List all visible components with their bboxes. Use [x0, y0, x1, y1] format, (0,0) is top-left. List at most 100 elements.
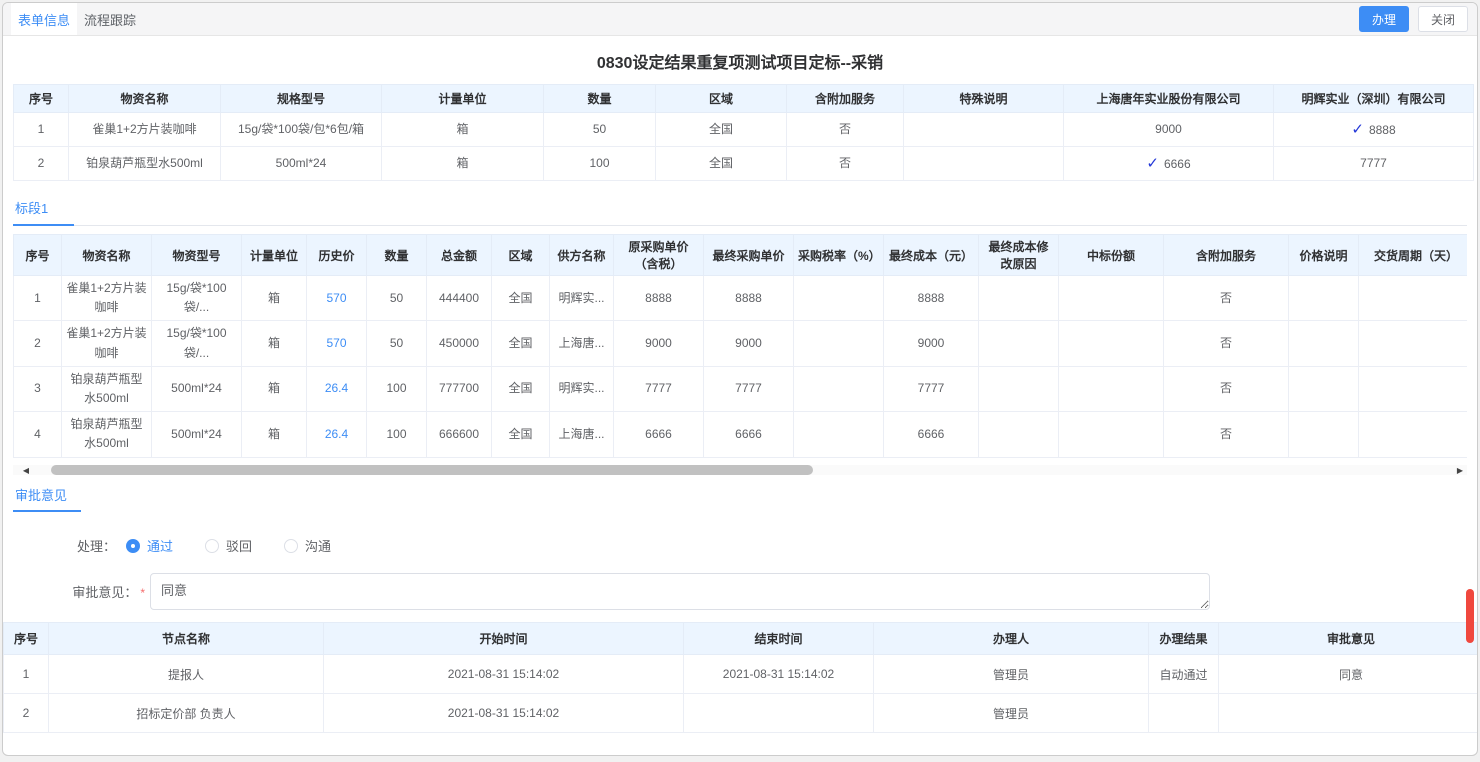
- bid-section-tabs: 标段1: [13, 195, 1467, 226]
- top-tabbar: 表单信息 流程跟踪 办理 关闭: [3, 3, 1477, 36]
- approval-comment-label: 审批意见：*: [13, 573, 145, 601]
- column-header: 计量单位: [382, 85, 544, 113]
- table-cell: 2021-08-31 15:14:02: [684, 655, 874, 694]
- radio-option-pass[interactable]: 通过: [126, 536, 173, 555]
- table-cell: [1289, 412, 1359, 457]
- selected-check-icon: ✓: [1351, 121, 1364, 138]
- table-cell: [794, 412, 884, 457]
- detail-table: 序号物资名称物资型号计量单位历史价数量总金额区域供方名称原采购单价（含税）最终采…: [13, 234, 1467, 458]
- detail-table-header-row: 序号物资名称物资型号计量单位历史价数量总金额区域供方名称原采购单价（含税）最终采…: [14, 235, 1468, 276]
- table-cell: [1219, 694, 1479, 733]
- table-cell: 450000: [427, 321, 492, 366]
- table-cell: [904, 147, 1064, 181]
- table-cell: 管理员: [874, 694, 1149, 733]
- history-price-link[interactable]: 26.4: [325, 381, 348, 395]
- table-cell: 全国: [492, 276, 550, 321]
- table-cell: [1059, 412, 1164, 457]
- table-cell: [1359, 276, 1468, 321]
- table-cell: 15g/袋*100袋/...: [152, 321, 242, 366]
- table-cell: 4: [14, 412, 62, 457]
- column-header: 办理结果: [1149, 623, 1219, 655]
- table-cell: 6666: [614, 412, 704, 457]
- history-price-link[interactable]: 570: [326, 291, 346, 305]
- form-content: 0830设定结果重复项测试项目定标--采销 序号物资名称规格型号计量单位数量区域…: [3, 49, 1477, 610]
- column-header: 原采购单价（含税）: [614, 235, 704, 276]
- table-cell: 提报人: [49, 655, 324, 694]
- table-row: 3铂泉葫芦瓶型水500ml500ml*24箱26.4100777700全国明辉实…: [14, 366, 1468, 411]
- tab-bid-section-1[interactable]: 标段1: [13, 195, 74, 226]
- scroll-left-arrow-icon[interactable]: ◀: [19, 465, 33, 475]
- column-header: 供方名称: [550, 235, 614, 276]
- table-cell: 否: [1164, 321, 1289, 366]
- table-cell: 100: [544, 147, 656, 181]
- table-cell: 7777: [1274, 147, 1474, 181]
- table-cell: [1059, 366, 1164, 411]
- close-button[interactable]: 关闭: [1418, 6, 1468, 32]
- table-cell: 否: [787, 113, 904, 147]
- table-cell: 管理员: [874, 655, 1149, 694]
- table-cell: [794, 366, 884, 411]
- table-cell: 15g/袋*100袋/包*6包/箱: [221, 113, 382, 147]
- column-header: 物资名称: [69, 85, 221, 113]
- radio-unselected-icon: [284, 539, 298, 553]
- history-price-link[interactable]: 570: [326, 336, 346, 350]
- approval-comment-input[interactable]: 同意: [150, 573, 1210, 610]
- table-row: 1雀巢1+2方片装咖啡15g/袋*100袋/包*6包/箱箱50全国否9000✓8…: [14, 113, 1474, 147]
- table-row: 2招标定价部 负责人2021-08-31 15:14:02管理员: [4, 694, 1479, 733]
- horizontal-scrollbar[interactable]: ◀ ▶: [13, 465, 1467, 475]
- table-cell: 50: [544, 113, 656, 147]
- table-cell: 570: [307, 321, 367, 366]
- column-header: 开始时间: [324, 623, 684, 655]
- required-mark: *: [140, 586, 145, 600]
- column-header: 审批意见: [1219, 623, 1479, 655]
- radio-option-communicate[interactable]: 沟通: [284, 536, 331, 555]
- table-cell: 明辉实...: [550, 366, 614, 411]
- handle-button[interactable]: 办理: [1359, 6, 1409, 32]
- table-cell: [1289, 366, 1359, 411]
- column-header: 含附加服务: [1164, 235, 1289, 276]
- table-cell: 1: [14, 113, 69, 147]
- handle-radio-row: 处理： 通过 驳回 沟通: [77, 536, 1467, 555]
- column-header: 序号: [4, 623, 49, 655]
- table-cell: [794, 276, 884, 321]
- horizontal-scrollbar-thumb[interactable]: [51, 465, 813, 475]
- table-cell: 777700: [427, 366, 492, 411]
- column-header: 历史价: [307, 235, 367, 276]
- column-header: 节点名称: [49, 623, 324, 655]
- table-cell: 8888: [884, 276, 979, 321]
- table-cell: 招标定价部 负责人: [49, 694, 324, 733]
- table-cell: 7777: [884, 366, 979, 411]
- table-cell: 500ml*24: [152, 412, 242, 457]
- table-cell: 100: [367, 366, 427, 411]
- table-cell: 666600: [427, 412, 492, 457]
- table-cell: 15g/袋*100袋/...: [152, 276, 242, 321]
- scroll-right-arrow-icon[interactable]: ▶: [1453, 465, 1467, 475]
- column-header: 区域: [492, 235, 550, 276]
- vertical-scrollbar-thumb[interactable]: [1466, 589, 1474, 643]
- column-header: 物资型号: [152, 235, 242, 276]
- table-cell: 雀巢1+2方片装咖啡: [62, 321, 152, 366]
- table-cell: 2: [4, 694, 49, 733]
- tab-form-info[interactable]: 表单信息: [11, 3, 77, 35]
- table-cell: [1149, 694, 1219, 733]
- column-header: 采购税率（%）: [794, 235, 884, 276]
- radio-selected-icon: [126, 539, 140, 553]
- table-row: 2铂泉葫芦瓶型水500ml500ml*24箱100全国否✓66667777: [14, 147, 1474, 181]
- column-header: 最终成本（元）: [884, 235, 979, 276]
- table-cell: [1359, 366, 1468, 411]
- table-cell: [979, 366, 1059, 411]
- column-header: 上海唐年实业股份有限公司: [1064, 85, 1274, 113]
- tab-process-tracking[interactable]: 流程跟踪: [77, 3, 143, 35]
- history-price-link[interactable]: 26.4: [325, 427, 348, 441]
- table-cell: 全国: [656, 113, 787, 147]
- table-cell: 2: [14, 321, 62, 366]
- table-cell: [794, 321, 884, 366]
- table-cell: 箱: [242, 321, 307, 366]
- table-cell: 铂泉葫芦瓶型水500ml: [62, 366, 152, 411]
- radio-option-reject[interactable]: 驳回: [205, 536, 252, 555]
- table-cell: 1: [4, 655, 49, 694]
- form-window: 表单信息 流程跟踪 办理 关闭 0830设定结果重复项测试项目定标--采销 序号…: [2, 2, 1478, 756]
- table-cell: [1359, 412, 1468, 457]
- approval-section-title: 审批意见: [13, 485, 81, 512]
- column-header: 交货周期（天）: [1359, 235, 1468, 276]
